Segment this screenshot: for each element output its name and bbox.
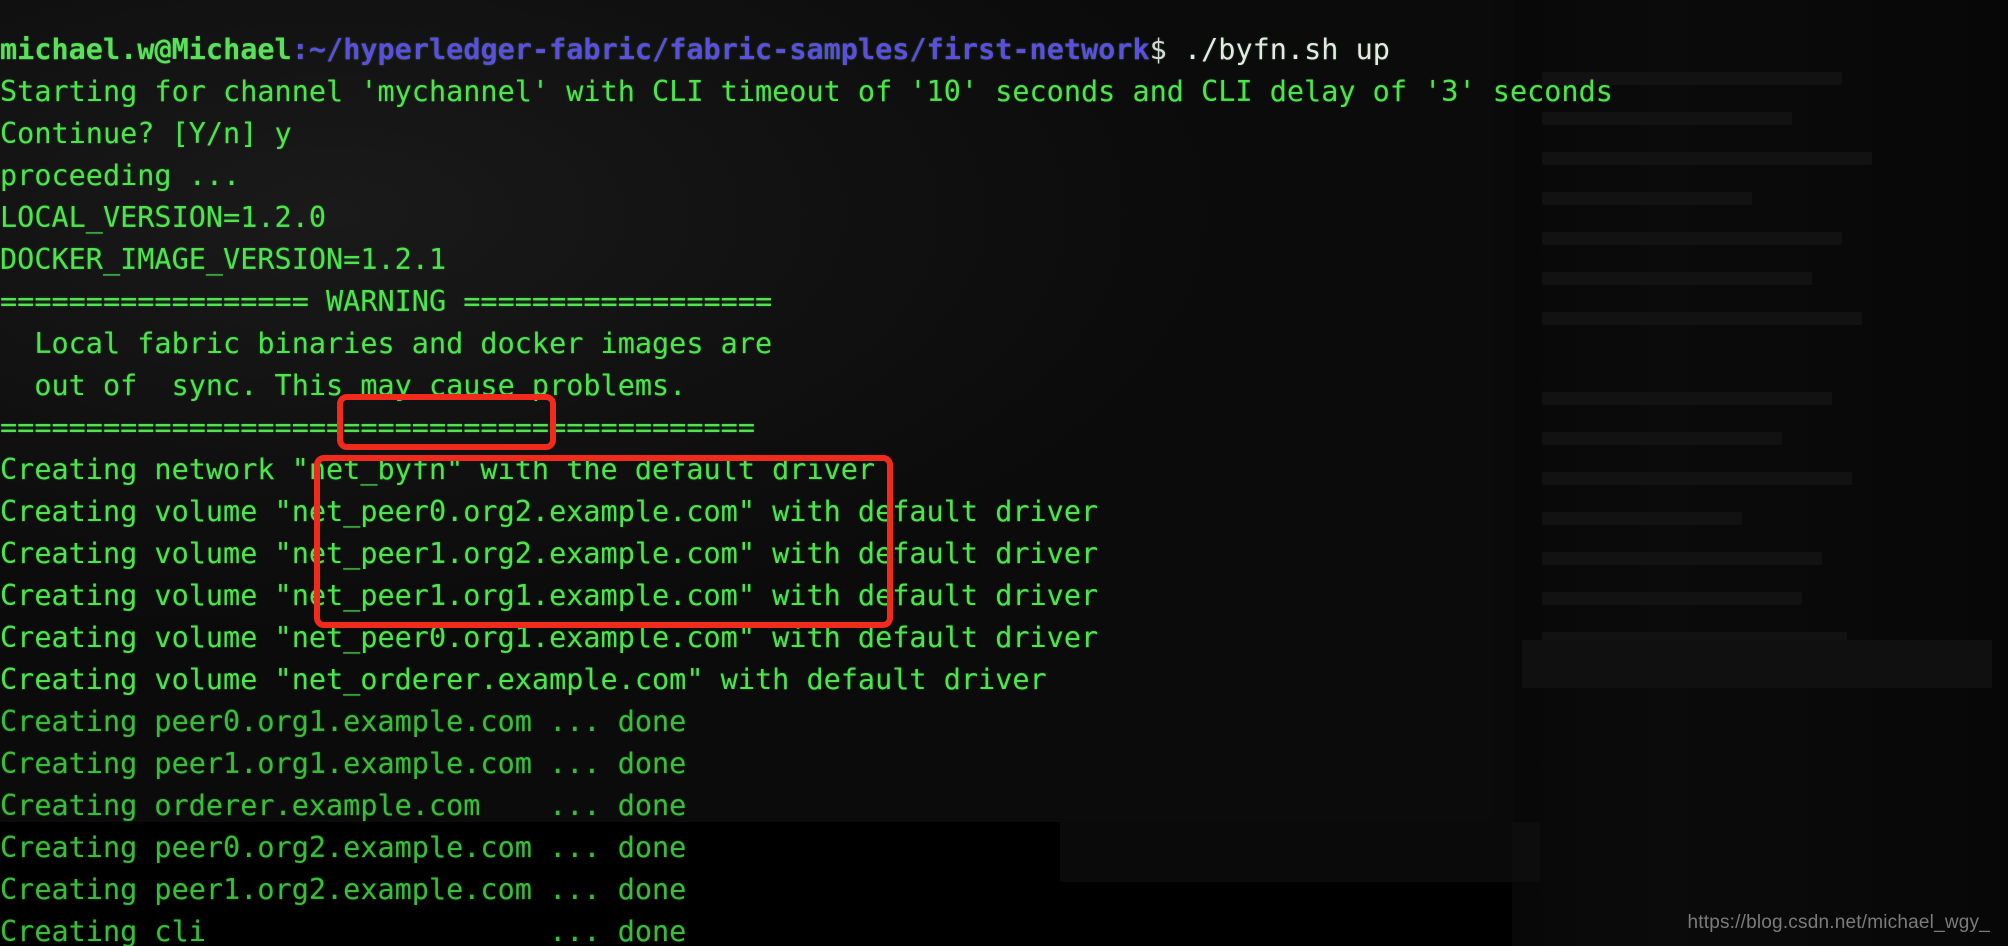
terminal-line: LOCAL_VERSION=1.2.0: [0, 200, 327, 234]
terminal-line: Creating network "net_byfn" with the def…: [0, 452, 876, 486]
terminal-line: Creating orderer.example.com ... done: [0, 788, 687, 822]
terminal-line: proceeding ...: [0, 158, 241, 192]
terminal-line: Creating volume "net_orderer.example.com…: [0, 662, 1047, 696]
terminal-output[interactable]: michael.w@Michael:~/hyperledger-fabric/f…: [0, 29, 1613, 946]
prompt-at: @: [154, 32, 172, 66]
terminal-line: Creating cli ... done: [0, 914, 687, 946]
screen-root: michael.w@Michael:~/hyperledger-fabric/f…: [0, 0, 2008, 946]
prompt-dollar: $: [1149, 32, 1167, 66]
terminal-line: Creating volume "net_peer1.org2.example.…: [0, 536, 1099, 570]
watermark: https://blog.csdn.net/michael_wgy_: [1687, 912, 1990, 933]
prompt-host: Michael: [171, 32, 292, 66]
terminal-line: Continue? [Y/n] y: [0, 116, 292, 150]
terminal-warning-text: Local fabric binaries and docker images …: [0, 326, 773, 360]
terminal-line: Creating peer0.org1.example.com ... done: [0, 704, 687, 738]
terminal-line: Creating volume "net_peer1.org1.example.…: [0, 578, 1099, 612]
prompt-colon: :: [291, 32, 309, 66]
prompt-user: michael.w: [0, 32, 155, 66]
terminal-warning-banner-bottom: ========================================…: [0, 410, 755, 444]
prompt-command: ./byfn.sh up: [1166, 32, 1390, 66]
terminal-line: Creating peer1.org2.example.com ... done: [0, 872, 687, 906]
terminal-line: Starting for channel 'mychannel' with CL…: [0, 74, 1613, 108]
terminal-prompt-line: michael.w@Michael:~/hyperledger-fabric/f…: [0, 29, 1613, 71]
terminal-warning-banner-top: ================== WARNING =============…: [0, 284, 773, 318]
prompt-path: ~/hyperledger-fabric/fabric-samples/firs…: [308, 32, 1150, 66]
terminal-line: Creating peer1.org1.example.com ... done: [0, 746, 687, 780]
terminal-line: Creating peer0.org2.example.com ... done: [0, 830, 687, 864]
terminal-line: Creating volume "net_peer0.org2.example.…: [0, 494, 1099, 528]
terminal-warning-text: out of sync. This may cause problems.: [0, 368, 687, 402]
terminal-line: Creating volume "net_peer0.org1.example.…: [0, 620, 1099, 654]
terminal-line: DOCKER_IMAGE_VERSION=1.2.1: [0, 242, 447, 276]
